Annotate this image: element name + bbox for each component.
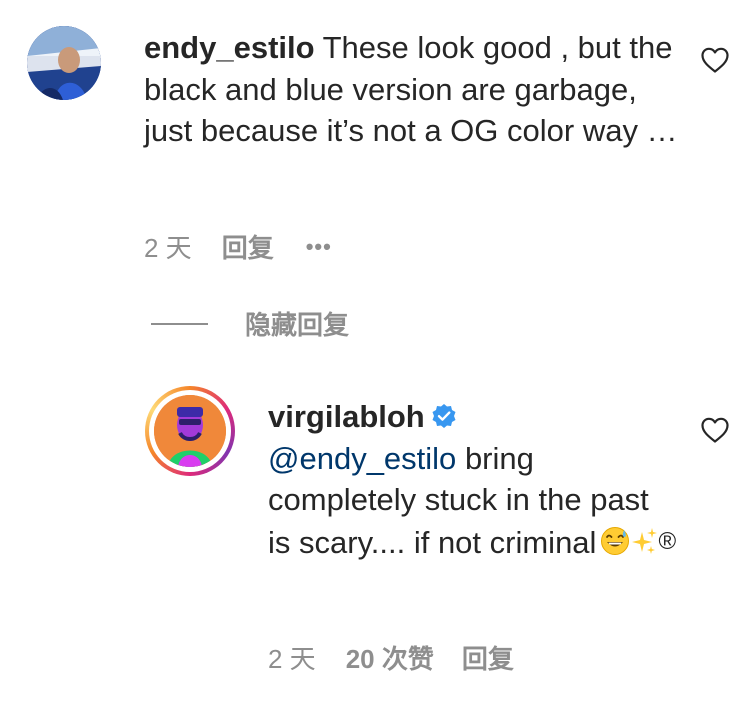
reply-button[interactable]: 回复	[462, 639, 514, 676]
like-heart-icon[interactable]	[700, 416, 730, 444]
comment-username[interactable]: endy_estilo	[144, 30, 315, 65]
reply-meta: 2 天 20 次赞 回复	[268, 639, 514, 676]
avatar[interactable]	[27, 26, 101, 100]
sparkles-emoji-icon	[632, 528, 658, 555]
more-options-icon[interactable]: •••	[306, 234, 332, 260]
comment-time: 2 天	[144, 233, 192, 263]
likes-count[interactable]: 20 次赞	[346, 639, 434, 676]
divider-line	[151, 323, 208, 325]
verified-badge-icon	[432, 403, 456, 428]
reply-username[interactable]: virgilabloh	[268, 399, 425, 434]
avatar-ring-gap	[149, 390, 231, 472]
grinning-sweat-emoji-icon	[601, 527, 630, 556]
reply-button[interactable]: 回复	[222, 228, 274, 265]
reply-time: 2 天	[268, 644, 316, 674]
reply-body: virgilabloh @endy_estilo bring completel…	[268, 396, 678, 563]
like-heart-icon[interactable]	[700, 46, 730, 74]
comment-body: endy_estilo These look good , but the bl…	[144, 27, 684, 152]
avatar-photo-virgil	[154, 395, 226, 467]
hide-replies-button[interactable]: 隐藏回复	[245, 305, 349, 342]
avatar[interactable]	[145, 386, 235, 476]
mention-link[interactable]: @endy_estilo	[268, 441, 456, 476]
avatar-photo-endy	[27, 26, 101, 100]
comment-meta: 2 天 回复 •••	[144, 228, 332, 265]
registered-symbol: ®	[658, 527, 677, 555]
